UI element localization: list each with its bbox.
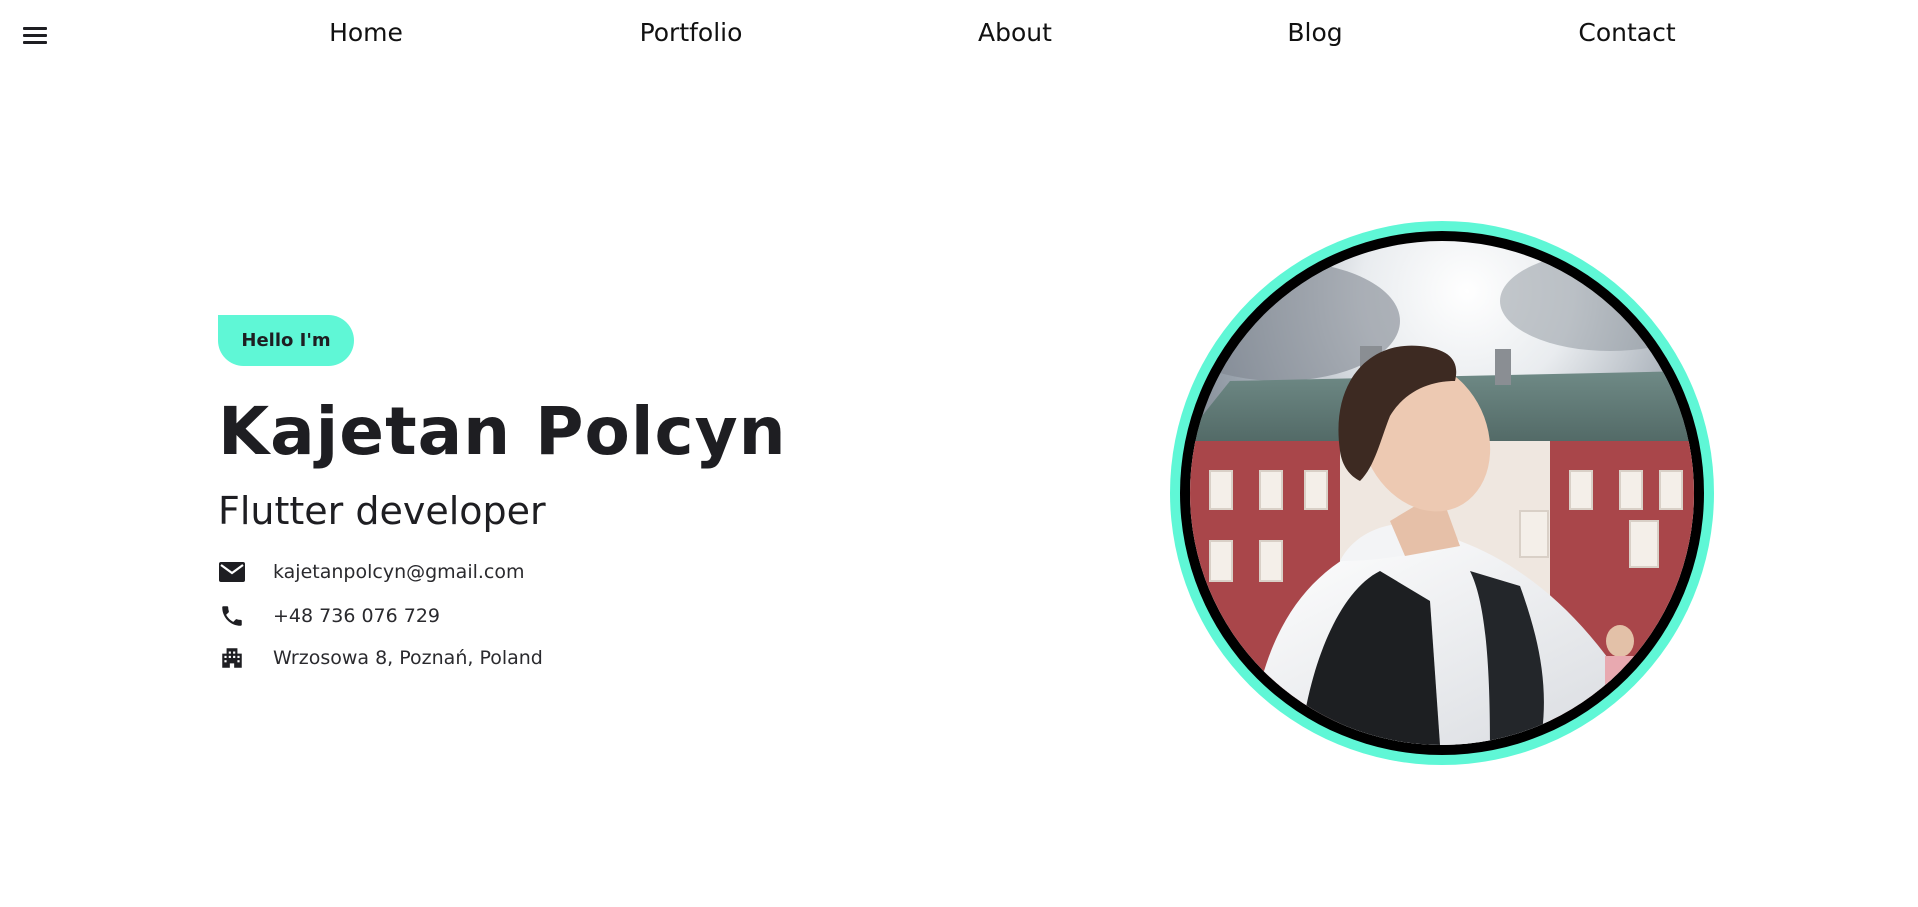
contact-email-row: kajetanpolcyn@gmail.com — [218, 557, 525, 587]
job-title: Flutter developer — [218, 489, 546, 533]
profile-photo-frame — [1170, 221, 1714, 765]
nav-link-contact[interactable]: Contact — [1578, 18, 1675, 47]
nav-link-about[interactable]: About — [978, 18, 1052, 47]
nav-link-home[interactable]: Home — [329, 18, 403, 47]
contact-phone-text[interactable]: +48 736 076 729 — [273, 605, 440, 627]
nav-link-blog[interactable]: Blog — [1287, 18, 1342, 47]
profile-photo — [1190, 241, 1694, 745]
contact-address-row: Wrzosowa 8, Poznań, Poland — [218, 643, 543, 673]
greeting-badge: Hello I'm — [218, 315, 354, 366]
phone-icon — [218, 602, 246, 630]
contact-phone-row: +48 736 076 729 — [218, 601, 440, 631]
mail-icon — [218, 558, 246, 586]
nav-link-portfolio[interactable]: Portfolio — [640, 18, 743, 47]
contact-email-text[interactable]: kajetanpolcyn@gmail.com — [273, 561, 525, 583]
profile-photo-border — [1180, 231, 1704, 755]
building-icon — [218, 644, 246, 672]
top-navigation: Home Portfolio About Blog Contact — [0, 0, 1918, 70]
person-name: Kajetan Polcyn — [218, 393, 787, 470]
contact-address-text: Wrzosowa 8, Poznań, Poland — [273, 647, 543, 669]
hamburger-menu-icon[interactable] — [20, 24, 50, 48]
